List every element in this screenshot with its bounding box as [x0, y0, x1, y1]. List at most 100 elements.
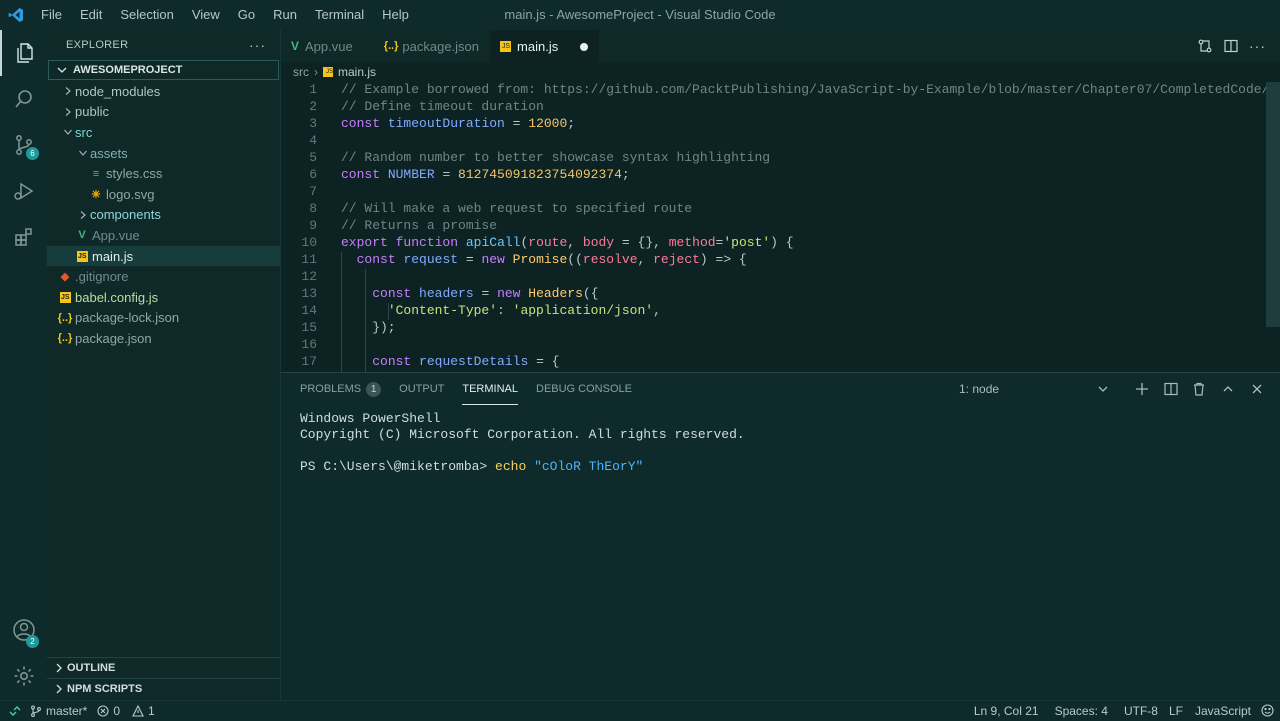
- editor-tabs: V App.vue {..} package.json JS main.js ·…: [281, 30, 1280, 62]
- remote-indicator[interactable]: [0, 701, 30, 721]
- tree-item-package-lock-json[interactable]: {..} package-lock.json: [47, 308, 280, 329]
- npm-scripts-label: NPM SCRIPTS: [67, 683, 143, 695]
- plus-icon[interactable]: [1135, 382, 1149, 396]
- run-debug-icon: [13, 182, 33, 200]
- tree-item-components[interactable]: components: [47, 205, 280, 226]
- chevron-down-icon: [57, 67, 67, 73]
- tab-package-json[interactable]: {..} package.json: [364, 30, 490, 62]
- menu-go[interactable]: Go: [229, 0, 264, 30]
- extensions-activity[interactable]: [0, 214, 47, 260]
- status-bar: master* 0 1 Ln 9, Col 21 Spaces: 4 UTF-8…: [0, 700, 1280, 720]
- outline-label: OUTLINE: [67, 662, 116, 674]
- tree-item-styles-css[interactable]: ≡ styles.css: [47, 163, 280, 184]
- tree-item-label: src: [75, 124, 93, 140]
- feedback-icon[interactable]: [1261, 704, 1274, 717]
- breadcrumb-file[interactable]: main.js: [338, 65, 376, 79]
- code-line: // Define timeout duration: [341, 99, 544, 114]
- menu-edit[interactable]: Edit: [71, 0, 111, 30]
- menu-help[interactable]: Help: [373, 0, 418, 30]
- file-tree: node_modules public src assets ≡ styles.…: [47, 81, 280, 349]
- branch-status[interactable]: master*: [30, 704, 87, 718]
- tree-item-node-modules[interactable]: node_modules: [47, 81, 280, 102]
- search-activity[interactable]: [0, 76, 47, 122]
- trash-icon[interactable]: [1192, 382, 1206, 396]
- source-control-activity[interactable]: 6: [0, 122, 47, 168]
- line-number: 2: [309, 99, 317, 114]
- tab-output[interactable]: OUTPUT: [399, 373, 444, 405]
- tab-problems[interactable]: PROBLEMS 1: [300, 373, 382, 405]
- tree-item-babel-config[interactable]: JS babel.config.js: [47, 287, 280, 308]
- panel-actions: 1: node: [959, 373, 1280, 405]
- terminal-command: echo: [495, 459, 527, 474]
- error-icon: [97, 704, 109, 717]
- more-actions-icon[interactable]: ···: [249, 37, 266, 53]
- tab-terminal[interactable]: TERMINAL: [462, 373, 518, 405]
- breadcrumb: src › JS main.js: [281, 62, 1280, 82]
- language-mode[interactable]: JavaScript: [1195, 704, 1251, 718]
- project-root[interactable]: AWESOMEPROJECT: [48, 60, 279, 80]
- menu-view[interactable]: View: [183, 0, 229, 30]
- menu-selection[interactable]: Selection: [111, 0, 182, 30]
- menu-file[interactable]: File: [32, 0, 71, 30]
- terminal-output[interactable]: Windows PowerShell Copyright (C) Microso…: [281, 405, 1280, 475]
- extensions-icon: [14, 228, 32, 246]
- tree-item-logo-svg[interactable]: ✳ logo.svg: [47, 184, 280, 205]
- menu-terminal[interactable]: Terminal: [306, 0, 373, 30]
- line-number: 10: [301, 235, 317, 250]
- line-number: 4: [309, 133, 317, 148]
- files-icon: [16, 43, 33, 63]
- tree-item-gitignore[interactable]: ◆ .gitignore: [47, 266, 280, 287]
- js-file-icon: JS: [59, 291, 71, 303]
- code-line: const headers = new Headers({: [372, 286, 599, 301]
- terminal-prompt-line: PS C:\Users\@miketromba> echo "cOloR ThE…: [300, 459, 1280, 475]
- code-line: // Returns a promise: [341, 218, 498, 233]
- open-changes-icon[interactable]: [1197, 38, 1213, 54]
- editor-scrollbar[interactable]: [1266, 82, 1280, 327]
- tree-item-public[interactable]: public: [47, 102, 280, 123]
- tab-label: App.vue: [305, 38, 353, 54]
- tree-item-app-vue[interactable]: V App.vue: [47, 225, 280, 246]
- tab-debug-console[interactable]: DEBUG CONSOLE: [536, 373, 632, 405]
- tab-label: OUTPUT: [399, 383, 445, 395]
- chevron-right-icon: ›: [314, 65, 318, 79]
- end-of-line[interactable]: LF: [1169, 704, 1183, 718]
- tree-item-src[interactable]: src: [47, 122, 280, 143]
- accounts-activity[interactable]: 2: [0, 607, 47, 653]
- tree-item-assets[interactable]: assets: [47, 143, 280, 164]
- gear-icon: [14, 666, 33, 686]
- split-terminal-icon[interactable]: [1164, 382, 1178, 396]
- line-number: 15: [301, 320, 317, 335]
- close-icon[interactable]: [1250, 382, 1264, 396]
- line-number: 16: [301, 337, 317, 352]
- run-debug-activity[interactable]: [0, 168, 47, 214]
- encoding[interactable]: UTF-8: [1124, 704, 1158, 718]
- tab-main-js[interactable]: JS main.js: [490, 30, 600, 62]
- explorer-activity[interactable]: [0, 30, 47, 76]
- json-file-icon: {..}: [57, 332, 73, 345]
- tree-item-label: package.json: [75, 330, 152, 346]
- npm-scripts-section[interactable]: NPM SCRIPTS: [47, 678, 280, 699]
- line-number: 6: [309, 167, 317, 182]
- problems-status[interactable]: 0 1: [97, 704, 155, 718]
- accounts-badge: 2: [26, 635, 39, 648]
- chevron-right-icon: [61, 107, 75, 117]
- menu-run[interactable]: Run: [264, 0, 306, 30]
- warning-icon: [132, 704, 144, 717]
- tree-item-main-js[interactable]: JS main.js: [47, 245, 280, 267]
- maximize-panel-icon[interactable]: [1221, 382, 1235, 396]
- manage-activity[interactable]: [0, 653, 47, 699]
- line-number: 12: [301, 269, 317, 284]
- tree-item-package-json[interactable]: {..} package.json: [47, 328, 280, 349]
- unsaved-dot-icon[interactable]: [580, 42, 589, 51]
- outline-section[interactable]: OUTLINE: [47, 657, 280, 678]
- more-actions-icon[interactable]: ···: [1249, 38, 1266, 54]
- terminal-select[interactable]: 1: node: [959, 382, 1109, 396]
- line-number: 5: [309, 150, 317, 165]
- cursor-position[interactable]: Ln 9, Col 21: [974, 704, 1039, 718]
- tab-app-vue[interactable]: V App.vue: [281, 30, 364, 62]
- breadcrumb-folder[interactable]: src: [293, 65, 309, 79]
- code-editor[interactable]: 1 2 3 4 5 6 7 8 9 10 11 12 13 14 15 16 1…: [281, 82, 1280, 372]
- indentation[interactable]: Spaces: 4: [1055, 704, 1108, 718]
- vue-file-icon: V: [291, 39, 300, 53]
- split-editor-icon[interactable]: [1223, 38, 1239, 54]
